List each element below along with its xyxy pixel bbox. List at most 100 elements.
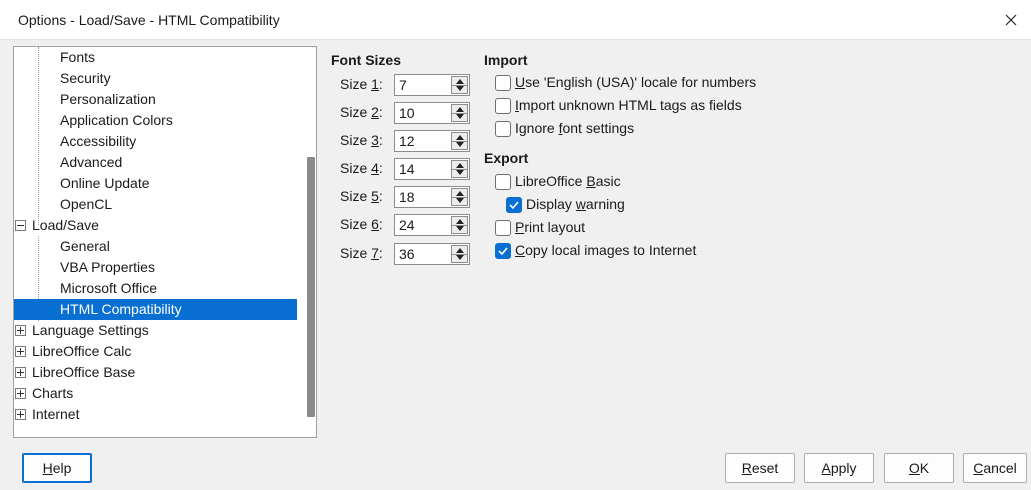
tree-item-label: OpenCL xyxy=(60,196,113,212)
spin-down-icon[interactable] xyxy=(456,170,464,175)
size-2-value[interactable]: 10 xyxy=(399,105,415,121)
tree-item-advanced[interactable]: Advanced xyxy=(14,152,122,173)
size-6-label: Size 6: xyxy=(340,216,383,232)
tree-item-label: Internet xyxy=(32,406,80,422)
size-1-spinbox[interactable]: 7 xyxy=(394,74,470,96)
print-layout-checkbox[interactable] xyxy=(495,220,511,236)
scrollbar-thumb[interactable] xyxy=(307,157,315,417)
tree-item-label: Fonts xyxy=(60,49,96,65)
collapse-icon[interactable] xyxy=(15,220,26,231)
size-4-spinbox[interactable]: 14 xyxy=(394,158,470,180)
options-tree[interactable]: Fonts Security Personalization Applicati… xyxy=(13,46,317,438)
expand-icon[interactable] xyxy=(15,409,26,420)
tree-item-opencl[interactable]: OpenCL xyxy=(14,194,112,215)
spin-up-icon[interactable] xyxy=(456,191,464,196)
english-locale-label: Use 'English (USA)' locale for numbers xyxy=(515,74,757,90)
cancel-button[interactable]: Cancel xyxy=(963,453,1027,483)
tree-item-label: Advanced xyxy=(60,154,123,170)
import-heading: Import xyxy=(484,52,528,68)
spin-down-icon[interactable] xyxy=(456,86,464,91)
tree-item-vba-properties[interactable]: VBA Properties xyxy=(14,257,155,278)
tree-item-label: Online Update xyxy=(60,175,150,191)
spin-buttons[interactable] xyxy=(451,216,468,234)
export-heading: Export xyxy=(484,150,529,166)
tree-item-html-compatibility[interactable]: HTML Compatibility xyxy=(14,299,297,320)
spin-down-icon[interactable] xyxy=(456,226,464,231)
tree-item-charts[interactable]: Charts xyxy=(14,383,73,404)
tree-scrollbar[interactable] xyxy=(304,47,316,437)
tree-item-label: Accessibility xyxy=(60,133,137,149)
display-warning-label: Display warning xyxy=(526,196,625,212)
tree-item-application-colors[interactable]: Application Colors xyxy=(14,110,173,131)
tree-item-label: Personalization xyxy=(60,91,156,107)
copy-local-images-label: Copy local images to Internet xyxy=(515,242,697,258)
import-unknown-tags-checkbox[interactable] xyxy=(495,98,511,114)
size-6-spinbox[interactable]: 24 xyxy=(394,214,470,236)
help-button[interactable]: Help xyxy=(22,453,92,483)
expand-icon[interactable] xyxy=(15,367,26,378)
copy-local-images-checkbox[interactable] xyxy=(495,243,511,259)
ignore-font-settings-checkbox[interactable] xyxy=(495,121,511,137)
size-3-spinbox[interactable]: 12 xyxy=(394,130,470,152)
tree-item-label: Security xyxy=(60,70,111,86)
close-icon xyxy=(1005,14,1017,26)
apply-button[interactable]: Apply xyxy=(804,453,874,483)
size-2-spinbox[interactable]: 10 xyxy=(394,102,470,124)
spin-down-icon[interactable] xyxy=(456,114,464,119)
english-locale-checkbox[interactable] xyxy=(495,75,511,91)
spin-up-icon[interactable] xyxy=(456,135,464,140)
tree-item-libreoffice-calc[interactable]: LibreOffice Calc xyxy=(14,341,131,362)
spin-down-icon[interactable] xyxy=(456,142,464,147)
tree-item-microsoft-office[interactable]: Microsoft Office xyxy=(14,278,157,299)
size-7-spinbox[interactable]: 36 xyxy=(394,243,470,265)
tree-item-label: Load/Save xyxy=(32,217,99,233)
spin-up-icon[interactable] xyxy=(456,107,464,112)
libreoffice-basic-checkbox[interactable] xyxy=(495,174,511,190)
size-4-value[interactable]: 14 xyxy=(399,161,415,177)
tree-item-label: General xyxy=(60,238,110,254)
tree-item-load-save[interactable]: Load/Save xyxy=(14,215,99,236)
tree-item-personalization[interactable]: Personalization xyxy=(14,89,156,110)
tree-item-online-update[interactable]: Online Update xyxy=(14,173,150,194)
tree-item-label: LibreOffice Calc xyxy=(32,343,132,359)
expand-icon[interactable] xyxy=(15,388,26,399)
tree-item-fonts[interactable]: Fonts xyxy=(14,47,95,68)
checkmark-icon xyxy=(509,201,519,210)
close-button[interactable] xyxy=(991,0,1031,40)
display-warning-checkbox[interactable] xyxy=(506,197,522,213)
size-7-label: Size 7: xyxy=(340,245,383,261)
tree-item-libreoffice-base[interactable]: LibreOffice Base xyxy=(14,362,135,383)
spin-buttons[interactable] xyxy=(451,188,468,206)
checkmark-icon xyxy=(498,247,508,256)
size-5-value[interactable]: 18 xyxy=(399,189,415,205)
size-4-label: Size 4: xyxy=(340,160,383,176)
spin-up-icon[interactable] xyxy=(456,163,464,168)
tree-item-language-settings[interactable]: Language Settings xyxy=(14,320,149,341)
size-5-spinbox[interactable]: 18 xyxy=(394,186,470,208)
spin-buttons[interactable] xyxy=(451,104,468,122)
reset-button[interactable]: Reset xyxy=(725,453,795,483)
spin-buttons[interactable] xyxy=(451,76,468,94)
tree-item-security[interactable]: Security xyxy=(14,68,111,89)
tree-item-general[interactable]: General xyxy=(14,236,110,257)
spin-up-icon[interactable] xyxy=(456,79,464,84)
print-layout-label: Print layout xyxy=(515,219,586,235)
spin-buttons[interactable] xyxy=(451,245,468,263)
spin-buttons[interactable] xyxy=(451,160,468,178)
size-3-value[interactable]: 12 xyxy=(399,133,415,149)
spin-buttons[interactable] xyxy=(451,132,468,150)
spin-up-icon[interactable] xyxy=(456,219,464,224)
tree-item-label: LibreOffice Base xyxy=(32,364,136,380)
expand-icon[interactable] xyxy=(15,325,26,336)
ok-button[interactable]: OK xyxy=(884,453,954,483)
spin-down-icon[interactable] xyxy=(456,198,464,203)
size-6-value[interactable]: 24 xyxy=(399,217,415,233)
expand-icon[interactable] xyxy=(15,346,26,357)
tree-item-internet[interactable]: Internet xyxy=(14,404,79,425)
spin-up-icon[interactable] xyxy=(456,248,464,253)
size-1-value[interactable]: 7 xyxy=(399,77,407,93)
spin-down-icon[interactable] xyxy=(456,255,464,260)
tree-item-accessibility[interactable]: Accessibility xyxy=(14,131,136,152)
size-7-value[interactable]: 36 xyxy=(399,246,415,262)
tree-item-label: Application Colors xyxy=(60,112,173,128)
